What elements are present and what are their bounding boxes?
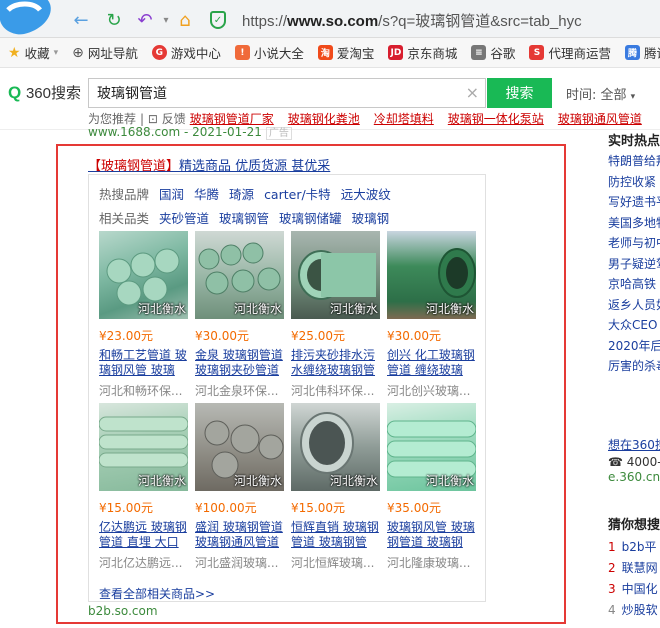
hot-item[interactable]: 防控收紧 — [608, 172, 660, 193]
search-header: Q 360搜索 玻璃钢管道 × 搜索 时间: 全部 ▾ 为您推荐 | ⊡ 反馈 … — [0, 68, 660, 130]
brand-link[interactable]: 琦源 — [229, 183, 254, 207]
view-all-products-link[interactable]: 查看全部相关商品>> — [99, 585, 215, 602]
category-link[interactable]: 玻璃钢储罐 — [279, 207, 342, 231]
bookmark-tencent[interactable]: 腾腾讯 — [624, 43, 660, 62]
product-image[interactable]: 河北衡水 — [195, 403, 284, 491]
guess-item[interactable]: 4 炒股软 — [608, 600, 660, 621]
suggestion-link[interactable]: 玻璃钢化粪池 — [288, 110, 360, 126]
back-button[interactable]: ← — [70, 9, 92, 31]
product-item[interactable]: 河北衡水 ¥30.00元 创兴 化工玻璃钢管道 缠绕玻璃 河北创兴玻璃... — [387, 231, 477, 399]
product-image[interactable]: 河北衡水 — [291, 231, 380, 319]
bookmark-agent-ops[interactable]: S 代理商运营 — [529, 43, 611, 62]
hot-item[interactable]: 大众CEO — [608, 315, 660, 336]
brand-link[interactable]: carter/卡特 — [264, 183, 331, 207]
guess-item[interactable]: 2 联慧网 — [608, 558, 660, 579]
result-source-url[interactable]: b2b.so.com — [88, 604, 158, 618]
home-button[interactable]: ⌂ — [174, 9, 196, 31]
guess-item[interactable]: 1 b2b平 — [608, 537, 660, 558]
tencent-icon: 腾 — [624, 45, 640, 60]
bookmark-jd[interactable]: JD 京东商城 — [388, 43, 457, 62]
category-link[interactable]: 玻璃钢管 — [219, 207, 269, 231]
promo-site[interactable]: e.360.cn — [608, 470, 660, 484]
taobao-icon: 淘 — [317, 45, 333, 60]
clear-icon[interactable]: × — [466, 83, 479, 102]
guess-item[interactable]: 3 中国化 — [608, 579, 660, 600]
product-image[interactable]: 河北衡水 — [195, 231, 284, 319]
novel-icon: ! — [234, 45, 250, 60]
bookmark-google[interactable]: ≡ 谷歌 — [471, 43, 515, 62]
game-icon: G — [151, 45, 167, 60]
secure-shield-icon: ✓ — [210, 11, 226, 29]
hot-item[interactable]: 写好遗书平 — [608, 192, 660, 213]
hot-title: 实时热点 — [608, 134, 660, 149]
hot-item[interactable]: 厉害的杀毒 — [608, 356, 660, 377]
product-item[interactable]: 河北衡水 ¥100.00元 盛润 玻璃钢管道 玻璃钢通风管道 河北盛润玻璃... — [195, 403, 285, 571]
right-sidebar: 实时热点 特朗普给拜 防控收紧 写好遗书平 美国多地物 老师与初中 男子疑逆驾 … — [598, 130, 660, 628]
bookmark-url-nav[interactable]: ⊕ 网址导航 — [72, 43, 138, 62]
phone-number: ☎ 4000- — [608, 455, 660, 469]
bookmark-taobao[interactable]: 淘爱淘宝 — [317, 43, 374, 62]
hot-item[interactable]: 返乡人员如 — [608, 295, 660, 316]
globe-icon: ⊕ — [72, 44, 84, 61]
hot-item[interactable]: 2020年后 — [608, 336, 660, 357]
suggestion-link[interactable]: 玻璃钢通风管道 — [558, 110, 642, 126]
product-image[interactable]: 河北衡水 — [291, 403, 380, 491]
category-link[interactable]: 玻璃钢 — [352, 207, 390, 231]
time-filter-dropdown[interactable]: 时间: 全部 ▾ — [566, 84, 635, 103]
browser-logo-icon — [0, 0, 51, 35]
hot-item[interactable]: 男子疑逆驾 — [608, 254, 660, 275]
bookmark-novels[interactable]: ! 小说大全 — [234, 43, 304, 62]
product-image[interactable]: 河北衡水 — [99, 403, 188, 491]
prev-result-url[interactable]: www.1688.com - 2021-01-21 广告 — [88, 124, 292, 140]
brand-link[interactable]: 远大波纹 — [341, 183, 391, 207]
product-item[interactable]: 河北衡水 ¥35.00元 玻璃钢风管 玻璃钢管道 玻璃钢 河北隆康玻璃... — [387, 403, 477, 571]
search-button[interactable]: 搜索 — [487, 78, 552, 108]
promo-link[interactable]: 想在360搜 — [608, 438, 660, 452]
brand-link[interactable]: 华腾 — [194, 183, 219, 207]
suggestion-link[interactable]: 冷却塔填料 — [374, 110, 434, 126]
guess-section: 猜你想搜 1 b2b平 2 联慧网 3 中国化 4 炒股软 — [608, 514, 660, 621]
hot-item[interactable]: 京哈高铁 — [608, 274, 660, 295]
hot-section: 实时热点 特朗普给拜 防控收紧 写好遗书平 美国多地物 老师与初中 男子疑逆驾 … — [608, 130, 660, 377]
related-categories-row: 相关品类 夹砂管道 玻璃钢管 玻璃钢储罐 玻璃钢 — [99, 207, 391, 231]
results-area: www.1688.com - 2021-01-21 广告 【玻璃钢管道】精选商品 … — [0, 125, 660, 628]
bookmark-favorites[interactable]: ★ 收藏 ▾ — [8, 43, 58, 62]
product-image[interactable]: 河北衡水 — [99, 231, 188, 319]
product-image[interactable]: 河北衡水 — [387, 231, 476, 319]
bookmarks-bar: ★ 收藏 ▾ ⊕ 网址导航 G 游戏中心 ! 小说大全 淘爱淘宝 JD 京东商城 ≡ 谷歌 S… — [0, 38, 660, 68]
browser-toolbar: ← ↻ ↶ ▾ ⌂ ✓ https://www.so.com/s?q=玻璃钢管道… — [0, 0, 660, 38]
hot-item[interactable]: 美国多地物 — [608, 213, 660, 234]
undo-button[interactable]: ↶ — [134, 9, 156, 31]
ad-result-title[interactable]: 【玻璃钢管道】精选商品 优质货源 甚优采 — [88, 155, 330, 174]
product-item[interactable]: 河北衡水 ¥30.00元 金泉 玻璃钢管道 玻璃钢夹砂管道 河北金泉环保... — [195, 231, 285, 399]
product-card: 热搜品牌 国润 华腾 琦源 carter/卡特 远大波纹 相关品类 夹砂管道 玻… — [88, 174, 486, 602]
tag-lines: 热搜品牌 国润 华腾 琦源 carter/卡特 远大波纹 相关品类 夹砂管道 玻… — [99, 183, 391, 231]
guess-title: 猜你想搜 — [608, 518, 660, 533]
product-item[interactable]: 河北衡水 ¥25.00元 排污夹砂排水污水缠绕玻璃钢管 河北伟科环保... — [291, 231, 381, 399]
product-image[interactable]: 河北衡水 — [387, 403, 476, 491]
hot-item[interactable]: 特朗普给拜 — [608, 151, 660, 172]
url-text: https://www.so.com/s?q=玻璃钢管道&src=tab_hyc — [242, 12, 582, 30]
jd-icon: JD — [388, 45, 404, 60]
product-item[interactable]: 河北衡水 ¥15.00元 恒辉直销 玻璃钢管道 玻璃钢管 河北恒辉玻璃... — [291, 403, 381, 571]
star-icon: ★ — [8, 44, 21, 61]
category-link[interactable]: 夹砂管道 — [159, 207, 209, 231]
refresh-button[interactable]: ↻ — [103, 9, 125, 31]
so-logo[interactable]: Q 360搜索 — [8, 82, 81, 103]
hot-brands-row: 热搜品牌 国润 华腾 琦源 carter/卡特 远大波纹 — [99, 183, 391, 207]
product-item[interactable]: 河北衡水 ¥15.00元 亿达鹏远 玻璃钢管道 直埋 大口 河北亿达鹏远... — [99, 403, 189, 571]
s-icon: S — [529, 45, 545, 60]
suggestion-link[interactable]: 玻璃钢一体化泵站 — [448, 110, 544, 126]
address-bar[interactable]: ✓ https://www.so.com/s?q=玻璃钢管道&src=tab_h… — [210, 6, 660, 34]
bookmark-game-center[interactable]: G 游戏中心 — [151, 43, 221, 62]
brand-link[interactable]: 国润 — [159, 183, 184, 207]
product-item[interactable]: 河北衡水 ¥23.00元 和畅工艺管道 玻璃钢风管 玻璃 河北和畅环保... — [99, 231, 189, 399]
search-input[interactable]: 玻璃钢管道 × — [88, 78, 486, 108]
promo-section: 想在360搜 ☎ 4000- e.360.cn — [608, 436, 660, 484]
hot-item[interactable]: 老师与初中 — [608, 233, 660, 254]
doc-icon: ≡ — [471, 45, 487, 60]
